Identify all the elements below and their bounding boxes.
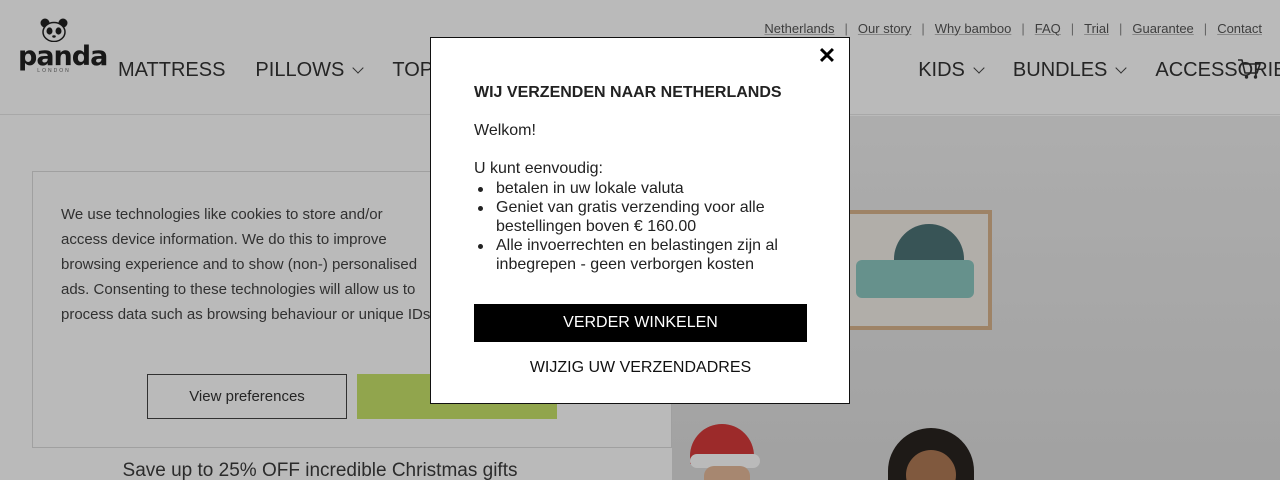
close-icon[interactable]: ✕: [816, 45, 838, 67]
modal-intro: U kunt eenvoudig:: [474, 160, 603, 177]
modal-benefits-list: betalen in uw lokale valuta Geniet van g…: [474, 179, 814, 274]
modal-welcome: Welkom!: [474, 122, 536, 139]
change-shipping-address-button[interactable]: WIJZIG UW VERZENDADRES: [474, 356, 807, 380]
list-item: betalen in uw lokale valuta: [474, 179, 814, 198]
list-item: Alle invoerrechten en belastingen zijn a…: [474, 236, 814, 274]
modal-title: WIJ VERZENDEN NAAR NETHERLANDS: [474, 84, 782, 101]
list-item: Geniet van gratis verzending voor alle b…: [474, 198, 814, 236]
continue-shopping-button[interactable]: VERDER WINKELEN: [474, 304, 807, 342]
shipping-country-modal: ✕ WIJ VERZENDEN NAAR NETHERLANDS Welkom!…: [430, 37, 850, 404]
